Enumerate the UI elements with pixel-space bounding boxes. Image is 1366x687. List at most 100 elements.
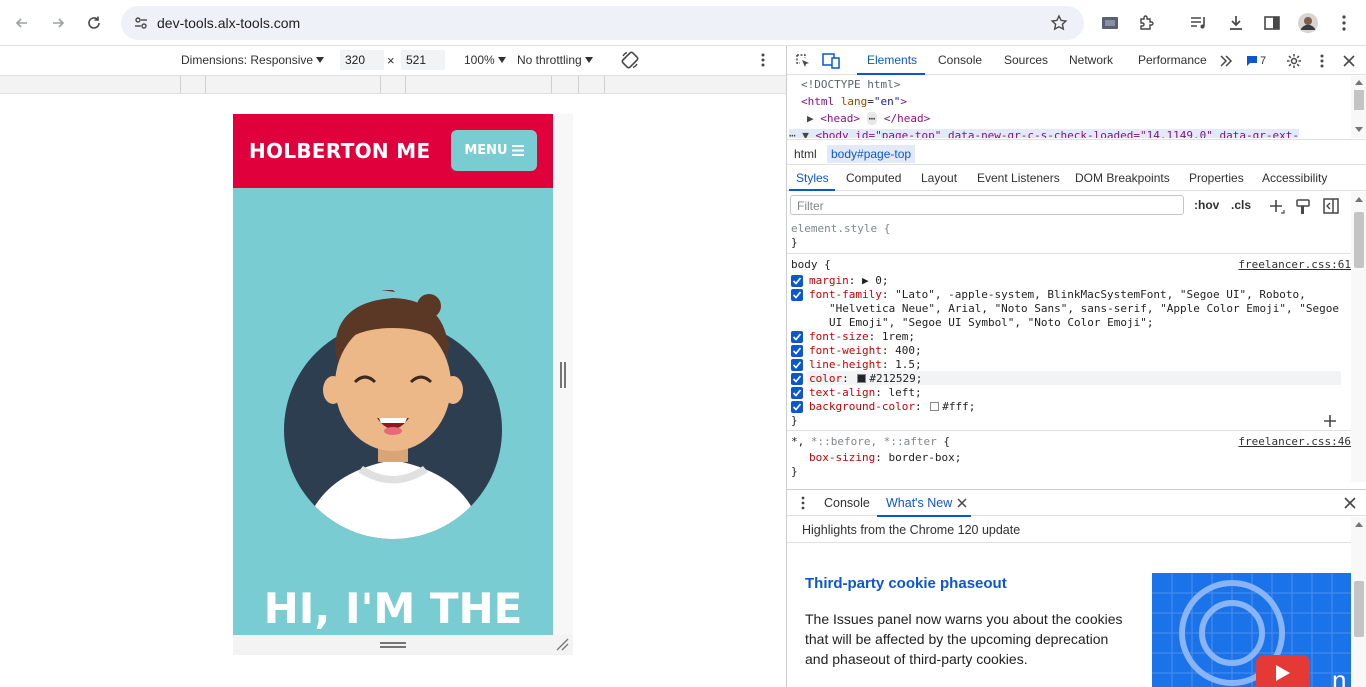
tab-sources[interactable]: Sources (1004, 53, 1048, 67)
resize-handle-bottom-icon[interactable] (380, 642, 406, 648)
width-input[interactable]: 320 (340, 50, 384, 70)
close-tab-icon[interactable] (957, 498, 967, 508)
checkbox-font-weight[interactable] (791, 345, 803, 357)
tab-network[interactable]: Network (1069, 53, 1113, 67)
inspect-element-icon[interactable] (793, 51, 813, 71)
prop-background-color[interactable]: background-color: #fff; (809, 400, 975, 413)
tab-event-listeners[interactable]: Event Listeners (977, 171, 1060, 185)
profile-avatar[interactable] (1296, 11, 1320, 35)
whats-new-article-title[interactable]: Third-party cookie phaseout (805, 575, 1007, 592)
chrome-menu-icon[interactable] (1332, 11, 1356, 35)
resize-handle-right-icon[interactable] (560, 362, 566, 388)
url-text[interactable]: dev-tools.alx-tools.com (157, 15, 300, 31)
dom-head-node[interactable]: ▶ <head> ⋯ </head> (807, 112, 930, 125)
prop-box-sizing[interactable]: box-sizing: border-box; (809, 451, 961, 464)
checkbox-text-align[interactable] (791, 387, 803, 399)
side-panel-icon[interactable] (1260, 11, 1284, 35)
dom-body-node[interactable]: ⋯ ▼ <body id="page-top" data-new-gr-c-s-… (789, 129, 1299, 138)
class-toggle[interactable]: .cls (1231, 198, 1251, 212)
checkbox-line-height[interactable] (791, 359, 803, 371)
dimensions-dropdown[interactable]: Dimensions: Responsive (181, 53, 325, 67)
reload-icon[interactable] (82, 11, 106, 35)
prop-color[interactable]: color: #212529; (809, 372, 922, 385)
forward-arrow-icon[interactable] (46, 11, 70, 35)
close-devtools-icon[interactable] (1339, 51, 1359, 71)
collapsed-ellipsis[interactable]: ⋯ (866, 112, 878, 125)
tab-accessibility[interactable]: Accessibility (1262, 171, 1327, 185)
breadcrumb-html[interactable]: html (790, 145, 821, 163)
extensions-puzzle-icon[interactable] (1135, 11, 1159, 35)
whats-new-article-body: The Issues panel now warns you about the… (805, 611, 1123, 667)
body-rule-source-link[interactable]: freelancer.css:61 (1238, 258, 1351, 271)
device-toggle-icon[interactable] (821, 51, 841, 71)
dom-html-node[interactable]: <html lang="en"> (801, 95, 907, 108)
breadcrumb-body[interactable]: body#page-top (827, 145, 916, 163)
whats-new-scrollbar[interactable] (1351, 517, 1366, 687)
checkbox-background-color[interactable] (791, 401, 803, 413)
body-selector[interactable]: body { (791, 258, 831, 271)
more-tabs-chevron-icon[interactable] (1216, 51, 1236, 71)
drawer-tab-console[interactable]: Console (824, 496, 870, 510)
toggle-sidebar-icon[interactable] (1323, 198, 1339, 214)
drawer-tab-whats-new[interactable]: What's New (886, 496, 952, 510)
throttling-dropdown[interactable]: No throttling (517, 53, 593, 67)
article-thumbnail[interactable]: n (1152, 573, 1351, 687)
color-swatch[interactable] (857, 374, 867, 383)
tab-dom-breakpoints[interactable]: DOM Breakpoints (1075, 171, 1170, 185)
tab-elements[interactable]: Elements (867, 53, 917, 67)
devtools-menu-icon[interactable] (1312, 51, 1332, 71)
element-style-selector[interactable]: element.style { (791, 222, 890, 235)
color-swatch[interactable] (930, 402, 940, 411)
checkbox-color[interactable] (791, 373, 803, 385)
prop-text-align[interactable]: text-align: left; (809, 386, 922, 399)
dom-scrollbar[interactable] (1351, 76, 1366, 138)
new-style-rule-icon[interactable] (1269, 199, 1285, 215)
dom-doctype[interactable]: <!DOCTYPE html> (801, 78, 900, 91)
hover-state-toggle[interactable]: :hov (1194, 198, 1219, 212)
menu-button[interactable]: MENU (451, 130, 537, 171)
media-control-icon[interactable] (1187, 11, 1211, 35)
download-icon[interactable] (1224, 11, 1248, 35)
checkbox-margin[interactable] (791, 275, 803, 287)
issues-counter[interactable]: 7 (1243, 51, 1269, 71)
prop-line-height[interactable]: line-height: 1.5; (809, 358, 922, 371)
prop-font-family[interactable]: font-family: "Lato", -apple-system, Blin… (809, 288, 1306, 301)
rotate-icon[interactable] (620, 50, 640, 73)
tab-computed[interactable]: Computed (846, 171, 901, 185)
tab-performance[interactable]: Performance (1138, 53, 1207, 67)
expand-triangle-icon[interactable]: ▶ (807, 112, 814, 125)
checkbox-font-family[interactable] (791, 289, 803, 301)
bookmark-star-icon[interactable] (1048, 12, 1070, 34)
zoom-dropdown[interactable]: 100% (464, 53, 506, 67)
styles-filter-input[interactable]: Filter (790, 195, 1184, 215)
tab-layout[interactable]: Layout (921, 171, 957, 185)
prop-margin[interactable]: margin: ▶ 0; (809, 274, 889, 287)
tab-properties[interactable]: Properties (1189, 171, 1244, 185)
device-screen: HOLBERTON ME MENU HI, I'M THE (233, 114, 553, 635)
tab-console[interactable]: Console (938, 53, 982, 67)
resize-corner-icon[interactable] (555, 637, 569, 651)
address-bar[interactable]: dev-tools.alx-tools.com (121, 6, 1084, 40)
drawer-menu-icon[interactable] (800, 496, 806, 510)
prop-font-family-cont1: "Helvetica Neue", Arial, "Noto Sans", sa… (829, 302, 1339, 315)
close-drawer-icon[interactable] (1344, 497, 1356, 509)
styles-scrollbar[interactable] (1351, 192, 1366, 482)
extension-app-icon[interactable] (1098, 11, 1122, 35)
prop-font-weight[interactable]: font-weight: 400; (809, 344, 922, 357)
tab-styles[interactable]: Styles (796, 171, 829, 185)
whats-new-highlights: Highlights from the Chrome 120 update (802, 523, 1021, 537)
universal-selector[interactable]: *, *::before, *::after { (791, 435, 950, 448)
devtools-panel: Elements Console Sources Network Perform… (786, 46, 1366, 687)
site-brand[interactable]: HOLBERTON ME (249, 139, 430, 163)
back-arrow-icon[interactable] (10, 11, 34, 35)
paint-brush-icon[interactable] (1296, 199, 1310, 215)
add-property-plus-icon[interactable] (1324, 415, 1336, 427)
device-toolbar-menu-icon[interactable] (760, 52, 766, 71)
media-query-ruler[interactable] (0, 75, 786, 94)
site-settings-icon[interactable] (129, 11, 153, 35)
height-input[interactable]: 521 (401, 50, 445, 70)
prop-font-size[interactable]: font-size: 1rem; (809, 330, 915, 343)
universal-rule-source-link[interactable]: freelancer.css:46 (1238, 435, 1351, 448)
settings-gear-icon[interactable] (1284, 51, 1304, 71)
checkbox-font-size[interactable] (791, 331, 803, 343)
